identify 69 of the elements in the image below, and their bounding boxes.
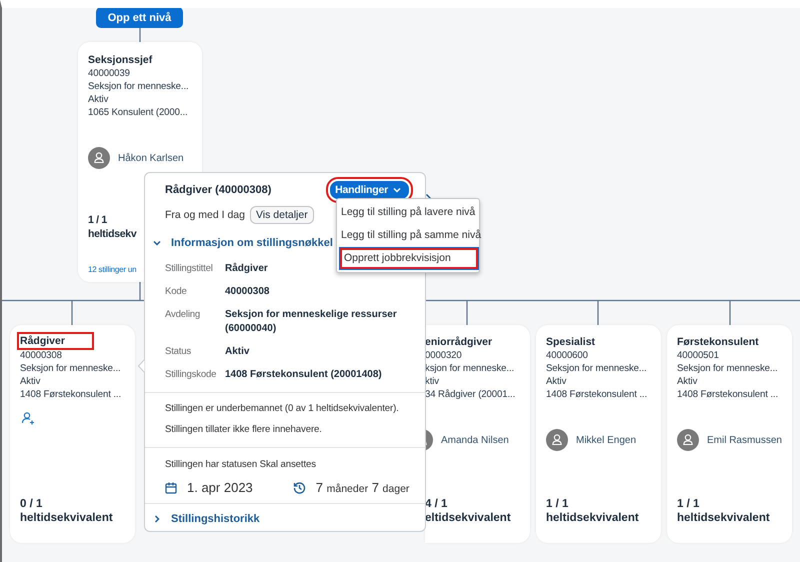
position-detail: 1408 Førstekonsulent ... [677, 388, 778, 401]
fte-label: heltidsekvivalent [546, 511, 639, 525]
position-detail: Seksjon for menneske... [20, 362, 121, 375]
field-label: Stillingstittel [165, 262, 214, 276]
position-detail: Aktiv [88, 93, 108, 106]
field-label: Status [165, 345, 192, 359]
fte-label: heltidsekv [88, 227, 136, 241]
chevron-right-icon [153, 515, 161, 523]
position-detail: Aktiv [546, 375, 566, 388]
holder-name: Mikkel Engen [576, 434, 636, 446]
position-detail: 34 Rådgiver (20001... [425, 388, 516, 401]
position-detail: 0000320 [425, 349, 462, 362]
notice-text: Stillingen er underbemannet (0 av 1 heltidsekvivalenter). [165, 403, 400, 414]
position-title: Seksjonssjef [88, 53, 152, 67]
field-value: 40000308 [225, 285, 270, 299]
position-title: Spesialist [546, 335, 596, 349]
position-detail: Seksjon for menneske... [88, 80, 189, 93]
field-label: Stillingskode [165, 368, 218, 382]
menu-item[interactable]: Opprett jobbrekvisisjon [339, 247, 479, 270]
positions-link[interactable]: 12 stillinger un [88, 265, 136, 274]
valid-from-text: Fra og med I dag [165, 209, 245, 221]
position-detail: 40000039 [88, 67, 130, 80]
fte-count: 1 / 1 [88, 213, 107, 227]
menu-item[interactable]: Legg til stilling på samme nivå [339, 224, 479, 247]
holder-name: Amanda Nilsen [441, 434, 509, 446]
details-button[interactable]: Vis detaljer [250, 206, 314, 224]
menu-item[interactable]: Legg til stilling på lavere nivå [339, 201, 479, 224]
position-title: Førstekonsulent [677, 335, 759, 349]
avatar-icon [546, 429, 568, 451]
position-detail: 40000308 [20, 349, 62, 362]
position-detail: 40000501 [677, 349, 719, 362]
calendar-icon [165, 482, 177, 494]
history-icon [292, 481, 306, 494]
holder-name: Emil Rasmussen [706, 434, 782, 446]
position-detail: Seksjon for menneske... [546, 362, 647, 375]
section-header[interactable]: Stillingshistorikk [145, 504, 425, 525]
position-detail: 1408 Førstekonsulent ... [546, 388, 648, 401]
notice-text: Stillingen tillater ikke flere innehavere. [165, 424, 323, 435]
field-label: Kode [165, 285, 188, 299]
holder-name: Håkon Karlsen [118, 152, 184, 164]
position-detail: 1408 Førstekonsulent ... [20, 388, 122, 401]
actions-button[interactable]: Handlinger [330, 181, 409, 199]
fte-label: heltidsekvivalent [20, 511, 113, 525]
date-text: 1. apr 2023 [187, 480, 253, 495]
fte-label: heltidsekvivalent [677, 511, 770, 525]
field-value: 1408 Førstekonsulent (20001408) [225, 368, 383, 382]
add-person-icon [21, 411, 35, 425]
avatar-icon [88, 147, 110, 169]
position-title: Rådgiver [20, 335, 91, 347]
position-detail: Aktiv [677, 375, 698, 388]
avatar-icon [677, 429, 699, 451]
fte-label: eltidsekvivalent [425, 511, 511, 525]
popover-title: Rådgiver (40000308) [165, 184, 272, 196]
caret-icon [393, 187, 401, 193]
chevron-down-icon [153, 239, 161, 247]
field-value: Seksjon for menneskelige ressurser (60000040) [225, 308, 398, 336]
fte-count: 1 / 1 [546, 497, 568, 511]
position-detail: Aktiv [20, 375, 40, 388]
position-detail: Seksjon for menneske... [677, 362, 778, 375]
field-value: Aktiv [225, 345, 250, 359]
status-text: Stillingen har statusen Skal ansettes [165, 459, 317, 470]
field-label: Avdeling [165, 308, 202, 322]
up-level-button[interactable]: Opp ett nivå [96, 8, 183, 28]
fte-count: 1 / 1 [677, 497, 700, 511]
field-value: Rådgiver [225, 262, 269, 276]
position-detail: 40000600 [546, 349, 588, 362]
fte-count: 0 / 1 [20, 497, 42, 511]
position-title: eniorrådgiver [425, 335, 492, 349]
position-detail: 1065 Konsulent (2000... [88, 106, 188, 119]
